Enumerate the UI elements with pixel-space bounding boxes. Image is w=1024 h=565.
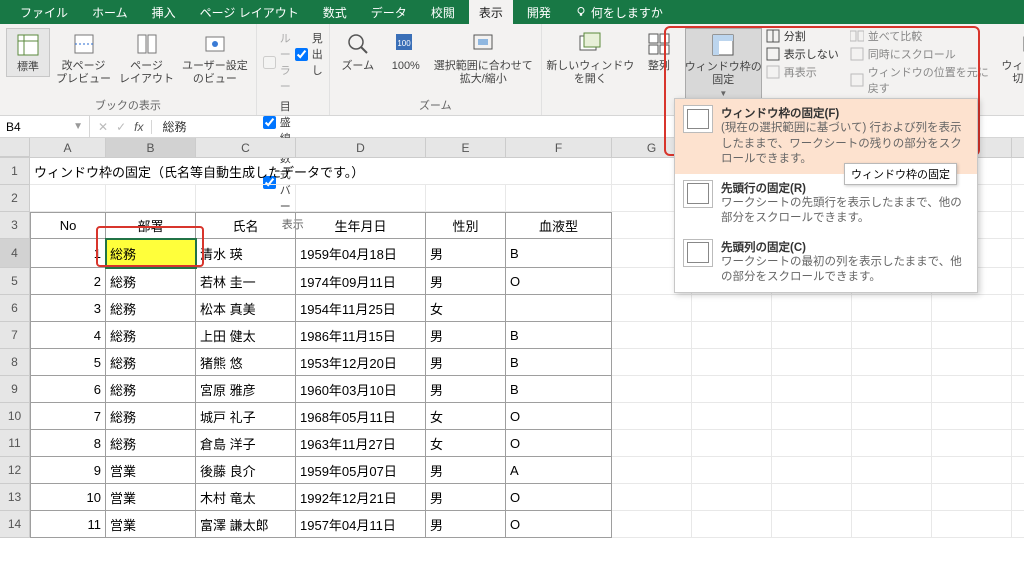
btn-zoom-100[interactable]: 100 100% [384,28,428,75]
tab-developer[interactable]: 開発 [517,0,561,25]
cancel-icon: ✕ [98,120,108,134]
group-workbook-views: 標準 改ページ プレビュー ページ レイアウト ユーザー設定 のビュー ブックの… [0,24,257,115]
tab-insert[interactable]: 挿入 [142,0,186,25]
tab-review[interactable]: 校閲 [421,0,465,25]
chk-ruler[interactable]: ルーラー [263,30,291,94]
bulb-icon [575,6,587,18]
row-11[interactable]: 118総務倉島 洋子1963年11月27日女O [0,430,1024,457]
row-13[interactable]: 1310営業木村 竜太1992年12月21日男O [0,484,1024,511]
freeze-panes-icon [683,105,713,133]
freeze-top-row-icon [683,180,713,208]
enter-icon: ✓ [116,120,126,134]
formula-input[interactable]: 総務 [152,118,186,135]
freeze-panes-menu: ウィンドウ枠の固定(F)(現在の選択範囲に基づいて) 行および列を表示したままで… [674,98,978,293]
btn-split[interactable]: 分割 [766,28,846,44]
chevron-down-icon: ▼ [73,121,83,132]
svg-text:100: 100 [397,39,411,48]
freeze-first-col-icon [683,239,713,267]
tab-data[interactable]: データ [361,0,417,25]
row-8[interactable]: 85総務猪熊 悠1953年12月20日男B [0,349,1024,376]
btn-switch-windows[interactable]: ウィンドウの 切り替え [1002,28,1024,88]
btn-zoom[interactable]: ズーム [336,28,380,75]
active-cell-b4: 総務 [106,239,196,268]
btn-freeze-panes[interactable]: ウィンドウ枠の 固定 ▼ [685,28,762,102]
btn-view-side-by-side: 並べて比較 [850,28,998,44]
btn-normal-view[interactable]: 標準 [6,28,50,77]
btn-zoom-selection[interactable]: 選択範囲に合わせて 拡大/縮小 [432,28,535,88]
formula-controls: ✕ ✓ fx [90,120,152,134]
menu-freeze-first-column[interactable]: 先頭列の固定(C)ワークシートの最初の列を表示したままで、他の部分をスクロールで… [675,233,977,292]
btn-page-layout-view[interactable]: ページ レイアウト [117,28,176,88]
fx-icon[interactable]: fx [134,120,143,134]
row-14[interactable]: 1411営業富澤 謙太郎1957年04月11日男O [0,511,1024,538]
row-10[interactable]: 107総務城戸 礼子1968年05月11日女O [0,403,1024,430]
btn-arrange-all[interactable]: 整列 [637,28,681,75]
row-7[interactable]: 74総務上田 健太1986年11月15日男B [0,322,1024,349]
btn-custom-views[interactable]: ユーザー設定 のビュー [180,28,250,88]
ribbon-tabs: ファイル ホーム 挿入 ページ レイアウト 数式 データ 校閲 表示 開発 何を… [0,0,1024,24]
select-all-corner[interactable] [0,138,30,157]
tab-pagelayout[interactable]: ページ レイアウト [190,0,309,25]
tab-home[interactable]: ホーム [82,0,138,25]
row-6[interactable]: 63総務松本 真美1954年11月25日女 [0,295,1024,322]
btn-sync-scroll: 同時にスクロール [850,46,998,62]
row-12[interactable]: 129営業後藤 良介1959年05月07日男A [0,457,1024,484]
btn-page-break-preview[interactable]: 改ページ プレビュー [54,28,113,88]
group-show: ルーラー 目盛線 数式バー 見出し 表示 [257,24,330,115]
btn-hide[interactable]: 表示しない [766,46,846,62]
chk-headings[interactable]: 見出し [295,30,323,78]
group-zoom: ズーム 100 100% 選択範囲に合わせて 拡大/縮小 ズーム [330,24,542,115]
row-9[interactable]: 96総務宮原 雅彦1960年03月10日男B [0,376,1024,403]
tell-me[interactable]: 何をしますか [565,4,663,21]
tab-file[interactable]: ファイル [10,0,78,25]
btn-new-window[interactable]: 新しいウィンドウ を開く [548,28,633,88]
name-box[interactable]: B4▼ [0,116,90,137]
btn-reset-window-pos: ウィンドウの位置を元に戻す [850,64,998,96]
btn-unhide: 再表示 [766,64,846,80]
tab-view[interactable]: 表示 [469,0,513,25]
tab-formulas[interactable]: 数式 [313,0,357,25]
freeze-panes-tooltip: ウィンドウ枠の固定 [844,163,957,185]
